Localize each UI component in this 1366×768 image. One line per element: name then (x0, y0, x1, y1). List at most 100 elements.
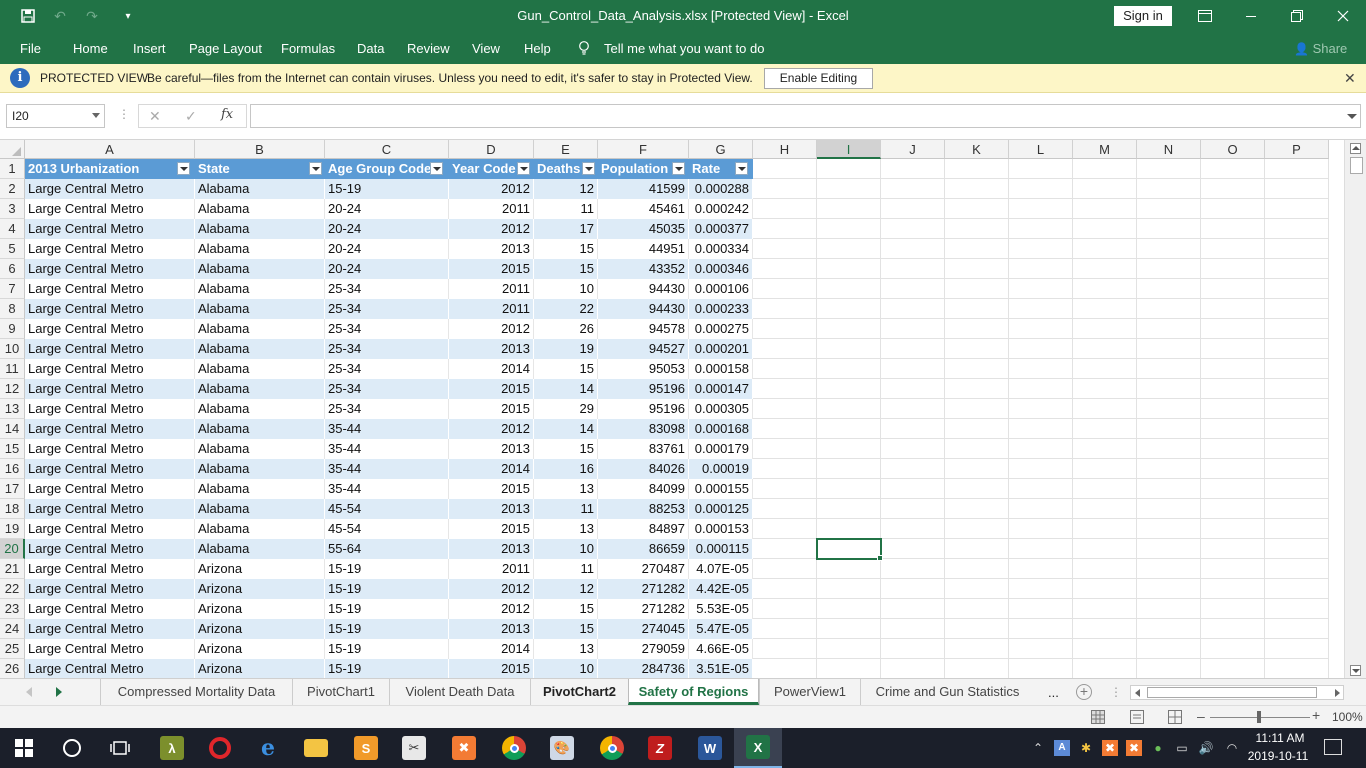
empty-cell[interactable] (1009, 419, 1073, 439)
table-cell[interactable]: 284736 (598, 659, 689, 678)
empty-cell[interactable] (1073, 219, 1137, 239)
empty-cell[interactable] (1073, 499, 1137, 519)
empty-cell[interactable] (1265, 439, 1329, 459)
more-sheets-button[interactable]: ... (1048, 685, 1059, 700)
row-header-2[interactable]: 2 (0, 179, 25, 199)
empty-cell[interactable] (1265, 319, 1329, 339)
empty-cell[interactable] (1201, 379, 1265, 399)
row-header-25[interactable]: 25 (0, 639, 25, 659)
empty-cell[interactable] (753, 159, 817, 179)
row-header-22[interactable]: 22 (0, 579, 25, 599)
table-cell[interactable]: Large Central Metro (25, 239, 195, 259)
table-cell[interactable]: 4.07E-05 (689, 559, 753, 579)
table-cell[interactable]: 2012 (449, 599, 534, 619)
column-header-j[interactable]: J (881, 140, 945, 159)
table-cell[interactable]: Alabama (195, 359, 325, 379)
select-all-button[interactable] (0, 140, 25, 159)
table-cell[interactable]: Large Central Metro (25, 359, 195, 379)
row-header-4[interactable]: 4 (0, 219, 25, 239)
empty-cell[interactable] (1073, 439, 1137, 459)
empty-cell[interactable] (1009, 359, 1073, 379)
table-cell[interactable]: 15-19 (325, 579, 449, 599)
empty-cell[interactable] (881, 259, 945, 279)
table-cell[interactable]: 2012 (449, 419, 534, 439)
empty-cell[interactable] (1137, 259, 1201, 279)
table-cell[interactable]: 15-19 (325, 179, 449, 199)
empty-cell[interactable] (1009, 379, 1073, 399)
edge-icon[interactable]: e (244, 728, 292, 768)
empty-cell[interactable] (1073, 179, 1137, 199)
empty-cell[interactable] (1137, 539, 1201, 559)
empty-cell[interactable] (945, 599, 1009, 619)
row-header-13[interactable]: 13 (0, 399, 25, 419)
table-cell[interactable]: Large Central Metro (25, 299, 195, 319)
empty-cell[interactable] (945, 339, 1009, 359)
empty-cell[interactable] (1265, 199, 1329, 219)
empty-cell[interactable] (1201, 659, 1265, 678)
table-cell[interactable]: 2012 (449, 179, 534, 199)
empty-cell[interactable] (1137, 199, 1201, 219)
normal-view-icon[interactable] (1091, 710, 1105, 724)
table-cell[interactable]: 25-34 (325, 339, 449, 359)
empty-cell[interactable] (1137, 359, 1201, 379)
row-header-1[interactable]: 1 (0, 159, 25, 179)
empty-cell[interactable] (1137, 339, 1201, 359)
worksheet-grid[interactable]: ABCDEFGHIJKLMNOP 1 2 3 4 5 6 7 8 9 10 11 12 13 14 15 16… (0, 140, 1344, 678)
empty-cell[interactable] (1009, 299, 1073, 319)
empty-cell[interactable] (817, 319, 881, 339)
snipping-tool-icon[interactable]: ✂ (390, 728, 438, 768)
empty-cell[interactable] (1073, 559, 1137, 579)
empty-cell[interactable] (1265, 419, 1329, 439)
empty-cell[interactable] (945, 439, 1009, 459)
zoom-out-icon[interactable]: – (1197, 708, 1205, 724)
empty-cell[interactable] (945, 379, 1009, 399)
table-cell[interactable]: 0.000168 (689, 419, 753, 439)
empty-cell[interactable] (945, 159, 1009, 179)
table-cell[interactable]: 84099 (598, 479, 689, 499)
table-cell[interactable]: 55-64 (325, 539, 449, 559)
empty-cell[interactable] (1009, 439, 1073, 459)
empty-cell[interactable] (1073, 299, 1137, 319)
empty-cell[interactable] (1009, 239, 1073, 259)
tab-file[interactable]: File (20, 41, 41, 56)
table-cell[interactable]: Large Central Metro (25, 279, 195, 299)
name-box[interactable]: I20 (6, 104, 105, 128)
add-sheet-icon[interactable]: + (1076, 684, 1092, 700)
settings-icon[interactable]: ✱ (1078, 740, 1094, 756)
table-cell[interactable]: 13 (534, 519, 598, 539)
wifi-icon[interactable]: ◠ (1224, 740, 1240, 756)
table-cell[interactable]: Large Central Metro (25, 179, 195, 199)
close-icon[interactable] (1320, 0, 1366, 32)
empty-cell[interactable] (1137, 379, 1201, 399)
empty-cell[interactable] (945, 539, 1009, 559)
table-cell[interactable]: 279059 (598, 639, 689, 659)
table-cell[interactable]: Large Central Metro (25, 499, 195, 519)
empty-cell[interactable] (753, 639, 817, 659)
empty-cell[interactable] (753, 519, 817, 539)
table-cell[interactable]: Large Central Metro (25, 599, 195, 619)
table-cell[interactable]: 15-19 (325, 619, 449, 639)
empty-cell[interactable] (881, 299, 945, 319)
chrome-icon[interactable] (490, 728, 538, 768)
ribbon-display-options-icon[interactable] (1182, 0, 1228, 32)
empty-cell[interactable] (1009, 559, 1073, 579)
table-cell[interactable]: Arizona (195, 659, 325, 678)
empty-cell[interactable] (817, 219, 881, 239)
more-icon[interactable]: ⋮ (118, 107, 130, 121)
table-header-cell[interactable]: Rate (689, 159, 753, 179)
empty-cell[interactable] (1073, 599, 1137, 619)
table-cell[interactable]: 4.66E-05 (689, 639, 753, 659)
table-cell[interactable]: 2015 (449, 379, 534, 399)
empty-cell[interactable] (753, 339, 817, 359)
table-cell[interactable]: Large Central Metro (25, 199, 195, 219)
empty-cell[interactable] (1073, 479, 1137, 499)
empty-cell[interactable] (1009, 159, 1073, 179)
row-header-8[interactable]: 8 (0, 299, 25, 319)
empty-cell[interactable] (817, 639, 881, 659)
empty-cell[interactable] (1201, 359, 1265, 379)
table-cell[interactable]: 0.000115 (689, 539, 753, 559)
empty-cell[interactable] (945, 619, 1009, 639)
table-cell[interactable]: 29 (534, 399, 598, 419)
empty-cell[interactable] (881, 339, 945, 359)
table-cell[interactable]: 5.53E-05 (689, 599, 753, 619)
